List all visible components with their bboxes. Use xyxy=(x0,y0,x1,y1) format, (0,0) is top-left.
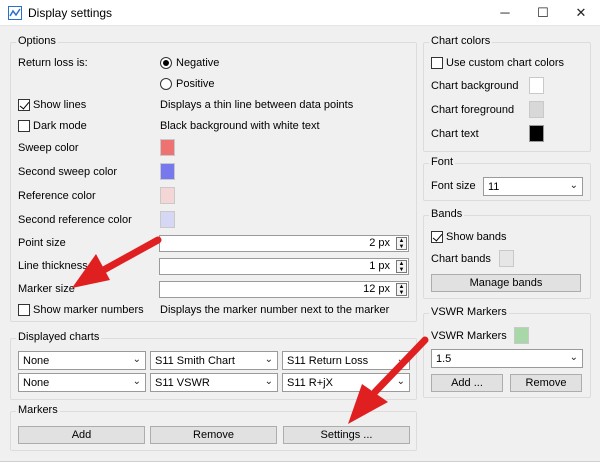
spin-arrows-icon[interactable]: ▲ ▼ xyxy=(396,283,407,296)
line-thickness-value: 1 px xyxy=(369,260,390,272)
markers-title: Markers xyxy=(16,404,60,416)
chart-select-value: S11 Return Loss xyxy=(287,355,369,367)
chart-foreground-swatch[interactable] xyxy=(529,101,544,118)
use-custom-colors-label: Use custom chart colors xyxy=(446,57,564,69)
chevron-down-icon: ⌄ xyxy=(396,354,405,365)
chart-select-1-3[interactable]: S11 Return Loss ⌄ xyxy=(282,351,410,370)
chart-select-value: S11 VSWR xyxy=(155,377,210,389)
second-sweep-color-swatch[interactable] xyxy=(160,163,175,180)
font-size-value: 11 xyxy=(488,181,500,193)
chevron-down-icon: ⌄ xyxy=(569,352,578,363)
show-marker-numbers-checkbox[interactable] xyxy=(18,304,30,316)
reference-color-swatch[interactable] xyxy=(160,187,175,204)
show-bands-label: Show bands xyxy=(446,231,507,243)
show-bands-checkbox[interactable] xyxy=(431,231,443,243)
negative-radio[interactable] xyxy=(160,57,172,69)
manage-bands-button[interactable]: Manage bands xyxy=(431,274,581,292)
chart-select-value: S11 Smith Chart xyxy=(155,355,235,367)
font-title: Font xyxy=(429,156,456,168)
remove-marker-button[interactable]: Remove xyxy=(150,426,277,444)
vswr-value: 1.5 xyxy=(436,353,452,365)
chart-select-1-1[interactable]: None ⌄ xyxy=(18,351,146,370)
window-title: Display settings xyxy=(28,6,113,20)
dark-mode-description: Black background with white text xyxy=(160,120,320,132)
chevron-down-icon: ⌄ xyxy=(264,376,273,387)
maximize-button[interactable]: ☐ xyxy=(524,0,562,26)
spin-arrows-icon[interactable]: ▲ ▼ xyxy=(396,260,407,273)
chart-background-swatch[interactable] xyxy=(529,77,544,94)
font-size-select[interactable]: 11 ⌄ xyxy=(483,177,583,196)
bands-title: Bands xyxy=(429,208,465,220)
vswr-marker-color-swatch[interactable] xyxy=(514,327,529,344)
chart-select-1-2[interactable]: S11 Smith Chart ⌄ xyxy=(150,351,278,370)
chart-select-value: None xyxy=(23,355,50,367)
second-reference-color-label: Second reference color xyxy=(18,214,132,226)
line-thickness-spinbox[interactable]: 1 px ▲ ▼ xyxy=(159,258,409,275)
chart-select-2-2[interactable]: S11 VSWR ⌄ xyxy=(150,373,278,392)
vswr-markers-title: VSWR Markers xyxy=(429,306,509,318)
chevron-down-icon: ⌄ xyxy=(569,180,578,191)
chart-bands-swatch[interactable] xyxy=(499,250,514,267)
line-thickness-label: Line thickness xyxy=(18,260,88,272)
show-lines-description: Displays a thin line between data points xyxy=(160,99,354,111)
show-marker-numbers-label: Show marker numbers xyxy=(33,304,144,316)
chart-text-swatch[interactable] xyxy=(529,125,544,142)
vswr-value-select[interactable]: 1.5 ⌄ xyxy=(431,349,583,368)
chart-select-value: S11 R+jX xyxy=(287,377,333,389)
point-size-value: 2 px xyxy=(369,237,390,249)
chart-colors-title: Chart colors xyxy=(429,35,493,47)
dark-mode-checkbox[interactable] xyxy=(18,120,30,132)
spin-arrows-icon[interactable]: ▲ ▼ xyxy=(396,237,407,250)
chart-select-2-1[interactable]: None ⌄ xyxy=(18,373,146,392)
positive-radio[interactable] xyxy=(160,78,172,90)
marker-size-label: Marker size xyxy=(18,283,75,295)
use-custom-colors-checkbox[interactable] xyxy=(431,57,443,69)
show-lines-label: Show lines xyxy=(33,99,87,111)
chart-foreground-label: Chart foreground xyxy=(431,104,515,116)
displayed-charts-title: Displayed charts xyxy=(16,331,102,343)
vswr-add-button[interactable]: Add ... xyxy=(431,374,503,392)
marker-size-value: 12 px xyxy=(363,283,390,295)
negative-label: Negative xyxy=(176,57,220,69)
dark-mode-label: Dark mode xyxy=(33,120,87,132)
options-group-title: Options xyxy=(16,35,58,47)
chevron-down-icon: ⌄ xyxy=(396,376,405,387)
chart-text-label: Chart text xyxy=(431,128,479,140)
marker-size-spinbox[interactable]: 12 px ▲ ▼ xyxy=(159,281,409,298)
second-sweep-color-label: Second sweep color xyxy=(18,166,118,178)
add-marker-button[interactable]: Add xyxy=(18,426,145,444)
chevron-down-icon: ⌄ xyxy=(132,354,141,365)
close-button[interactable]: ✕ xyxy=(562,0,600,26)
show-marker-numbers-description: Displays the marker number next to the m… xyxy=(160,304,390,316)
sweep-color-swatch[interactable] xyxy=(160,139,175,156)
return-loss-label: Return loss is: xyxy=(18,57,88,69)
point-size-label: Point size xyxy=(18,237,66,249)
chevron-down-icon: ⌄ xyxy=(132,376,141,387)
chart-background-label: Chart background xyxy=(431,80,519,92)
chevron-down-icon: ⌄ xyxy=(264,354,273,365)
minimize-button[interactable]: ─ xyxy=(486,0,524,26)
reference-color-label: Reference color xyxy=(18,190,96,202)
vswr-markers-label: VSWR Markers xyxy=(431,330,507,342)
chart-bands-label: Chart bands xyxy=(431,253,491,265)
marker-settings-button[interactable]: Settings ... xyxy=(283,426,410,444)
positive-label: Positive xyxy=(176,78,215,90)
title-bar: Display settings ─ ☐ ✕ xyxy=(0,0,600,26)
chart-select-2-3[interactable]: S11 R+jX ⌄ xyxy=(282,373,410,392)
point-size-spinbox[interactable]: 2 px ▲ ▼ xyxy=(159,235,409,252)
vswr-remove-button[interactable]: Remove xyxy=(510,374,582,392)
app-icon xyxy=(8,6,22,20)
font-size-label: Font size xyxy=(431,180,476,192)
sweep-color-label: Sweep color xyxy=(18,142,79,154)
second-reference-color-swatch[interactable] xyxy=(160,211,175,228)
show-lines-checkbox[interactable] xyxy=(18,99,30,111)
chart-select-value: None xyxy=(23,377,50,389)
